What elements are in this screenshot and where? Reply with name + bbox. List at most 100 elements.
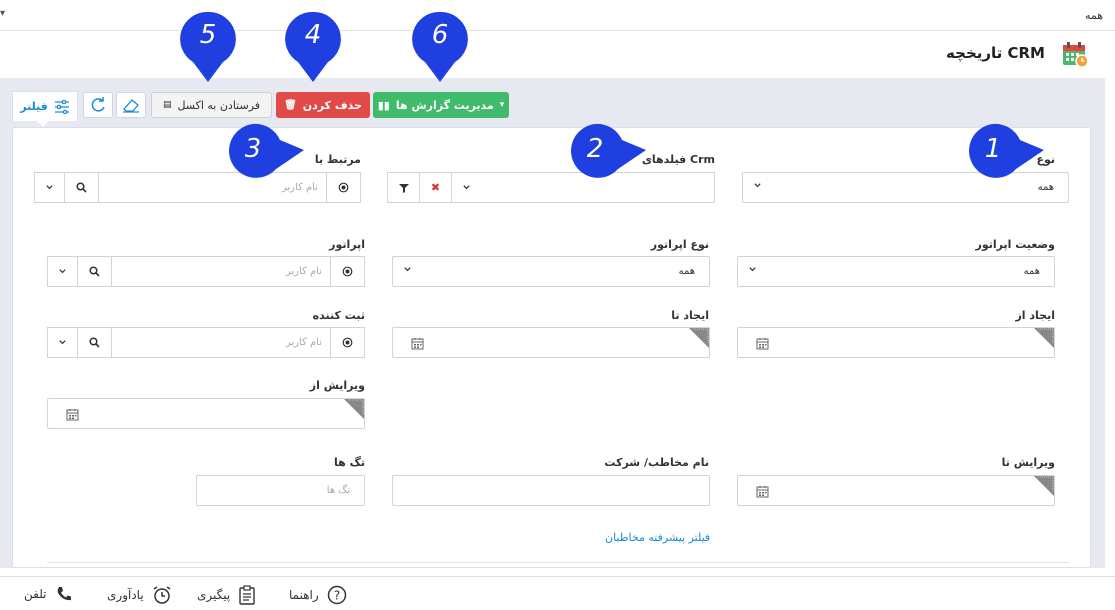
operator-type-value: همه — [678, 266, 695, 277]
edited-from-label: ویرایش از — [309, 379, 365, 392]
callout-number: 2 — [586, 134, 604, 164]
tags-placeholder: تگ ها — [326, 485, 350, 496]
delete-button[interactable]: 🗑 حذف کردن — [276, 92, 370, 118]
operator-type-select[interactable]: همه — [392, 256, 710, 287]
trash-icon: 🗑 — [284, 99, 297, 111]
target-icon — [338, 182, 349, 193]
manage-reports-label: مدیریت گزارش ها — [395, 98, 494, 112]
created-to-date[interactable] — [392, 327, 710, 358]
operator-control: نام کاربر — [47, 256, 365, 288]
callout-marker-4: 4 — [284, 10, 342, 83]
clipboard-icon — [239, 585, 255, 605]
refresh-button[interactable] — [83, 92, 113, 118]
target-icon — [342, 337, 353, 348]
keyboard-corner-icon[interactable] — [1034, 328, 1054, 348]
phone-icon — [57, 587, 71, 601]
registrar-label: ثبت کننده — [312, 309, 365, 322]
operator-status-select[interactable]: همه — [737, 256, 1055, 287]
operator-status-value: همه — [1023, 266, 1040, 277]
search-icon — [76, 182, 87, 193]
target-icon — [342, 266, 353, 277]
manage-reports-button[interactable]: ▮▮ مدیریت گزارش ها ▾ — [373, 92, 509, 118]
calendar-icon — [66, 409, 79, 421]
advanced-contact-filter-link[interactable]: فیلتر پیشرفته مخاطبان — [605, 531, 710, 544]
created-from-date[interactable] — [737, 327, 1055, 358]
operator-target-button[interactable] — [330, 256, 365, 287]
bottom-action-bar: تلفن یادآوری پیگیری راهنما ? — [0, 576, 1115, 610]
filter-tab-label: فیلتر — [20, 100, 48, 113]
chevron-down-icon — [59, 269, 66, 274]
registrar-input[interactable]: نام کاربر — [111, 327, 331, 358]
operator-search-button[interactable] — [77, 256, 112, 287]
alarm-clock-icon — [153, 586, 171, 604]
clear-crm-field-button[interactable]: ✖ — [419, 172, 452, 203]
eraser-icon — [123, 99, 139, 113]
callout-number: 3 — [244, 134, 262, 164]
operator-placeholder: نام کاربر — [285, 266, 322, 277]
filter-funnel-button[interactable] — [387, 172, 420, 203]
callout-number: 5 — [199, 20, 217, 50]
page-title: تاریخچه CRM — [946, 44, 1045, 62]
created-from-label: ایجاد از — [1015, 309, 1055, 322]
related-to-target-button[interactable] — [326, 172, 361, 203]
created-to-label: ایجاد تا — [671, 309, 709, 322]
followup-action[interactable]: پیگیری — [197, 585, 256, 605]
export-excel-label: فرستادن به اکسل — [177, 98, 261, 112]
help-label: راهنما — [289, 588, 319, 602]
phone-label: تلفن — [24, 587, 47, 601]
related-to-search-button[interactable] — [64, 172, 99, 203]
contact-company-label: نام مخاطب/ شرکت — [604, 456, 709, 469]
operator-type-label: نوع اپراتور — [650, 238, 709, 251]
chevron-down-icon — [754, 183, 761, 188]
refresh-icon — [91, 97, 105, 112]
phone-action[interactable]: تلفن — [24, 585, 73, 603]
crm-fields-control: ✖ — [387, 172, 715, 204]
callout-number: 4 — [304, 20, 322, 50]
registrar-search-button[interactable] — [77, 327, 112, 358]
divider — [47, 562, 1069, 563]
reminder-label: یادآوری — [107, 588, 144, 602]
related-to-dropdown[interactable] — [34, 172, 65, 203]
operator-label: اپراتور — [329, 238, 365, 251]
contact-company-input[interactable] — [392, 475, 710, 506]
chevron-down-icon — [46, 185, 53, 190]
edited-to-date[interactable] — [737, 475, 1055, 506]
edited-to-label: ویرایش تا — [1001, 456, 1055, 469]
chevron-down-icon — [749, 267, 756, 272]
callout-marker-5: 5 — [179, 10, 237, 83]
file-icon: ▤ — [162, 100, 172, 110]
registrar-placeholder: نام کاربر — [285, 337, 322, 348]
close-icon: ✖ — [430, 181, 441, 194]
followup-label: پیگیری — [197, 588, 231, 602]
chevron-down-icon[interactable]: ▾ — [0, 8, 5, 19]
chevron-down-icon: ▾ — [499, 100, 505, 110]
tags-input[interactable]: تگ ها — [196, 475, 365, 506]
registrar-target-button[interactable] — [330, 327, 365, 358]
all-selector-label[interactable]: همه — [1085, 9, 1103, 22]
export-excel-button[interactable]: ▤ فرستادن به اکسل — [151, 92, 272, 118]
keyboard-corner-icon[interactable] — [689, 328, 709, 348]
keyboard-corner-icon[interactable] — [1034, 476, 1054, 496]
search-icon — [89, 266, 100, 277]
callout-marker-1: 1 — [964, 120, 1044, 188]
help-action[interactable]: راهنما ? — [289, 585, 347, 605]
callout-number: 6 — [431, 20, 449, 50]
clear-filter-button[interactable] — [116, 92, 146, 118]
calendar-icon — [756, 338, 769, 350]
keyboard-corner-icon[interactable] — [344, 399, 364, 419]
calendar-icon — [756, 486, 769, 498]
operator-status-label: وضعیت اپراتور — [975, 238, 1055, 251]
registrar-dropdown[interactable] — [47, 327, 78, 358]
reminder-action[interactable]: یادآوری — [107, 585, 172, 605]
callout-marker-6: 6 — [411, 10, 469, 83]
chart-icon: ▮▮ — [377, 98, 390, 112]
chevron-down-icon — [59, 340, 66, 345]
funnel-icon — [398, 183, 409, 193]
edited-from-date[interactable] — [47, 398, 365, 429]
tab-filter[interactable]: فیلتر — [12, 91, 78, 127]
sliders-icon — [54, 99, 69, 114]
registrar-control: نام کاربر — [47, 327, 365, 359]
operator-dropdown[interactable] — [47, 256, 78, 287]
chevron-down-icon — [404, 267, 411, 272]
operator-input[interactable]: نام کاربر — [111, 256, 331, 287]
